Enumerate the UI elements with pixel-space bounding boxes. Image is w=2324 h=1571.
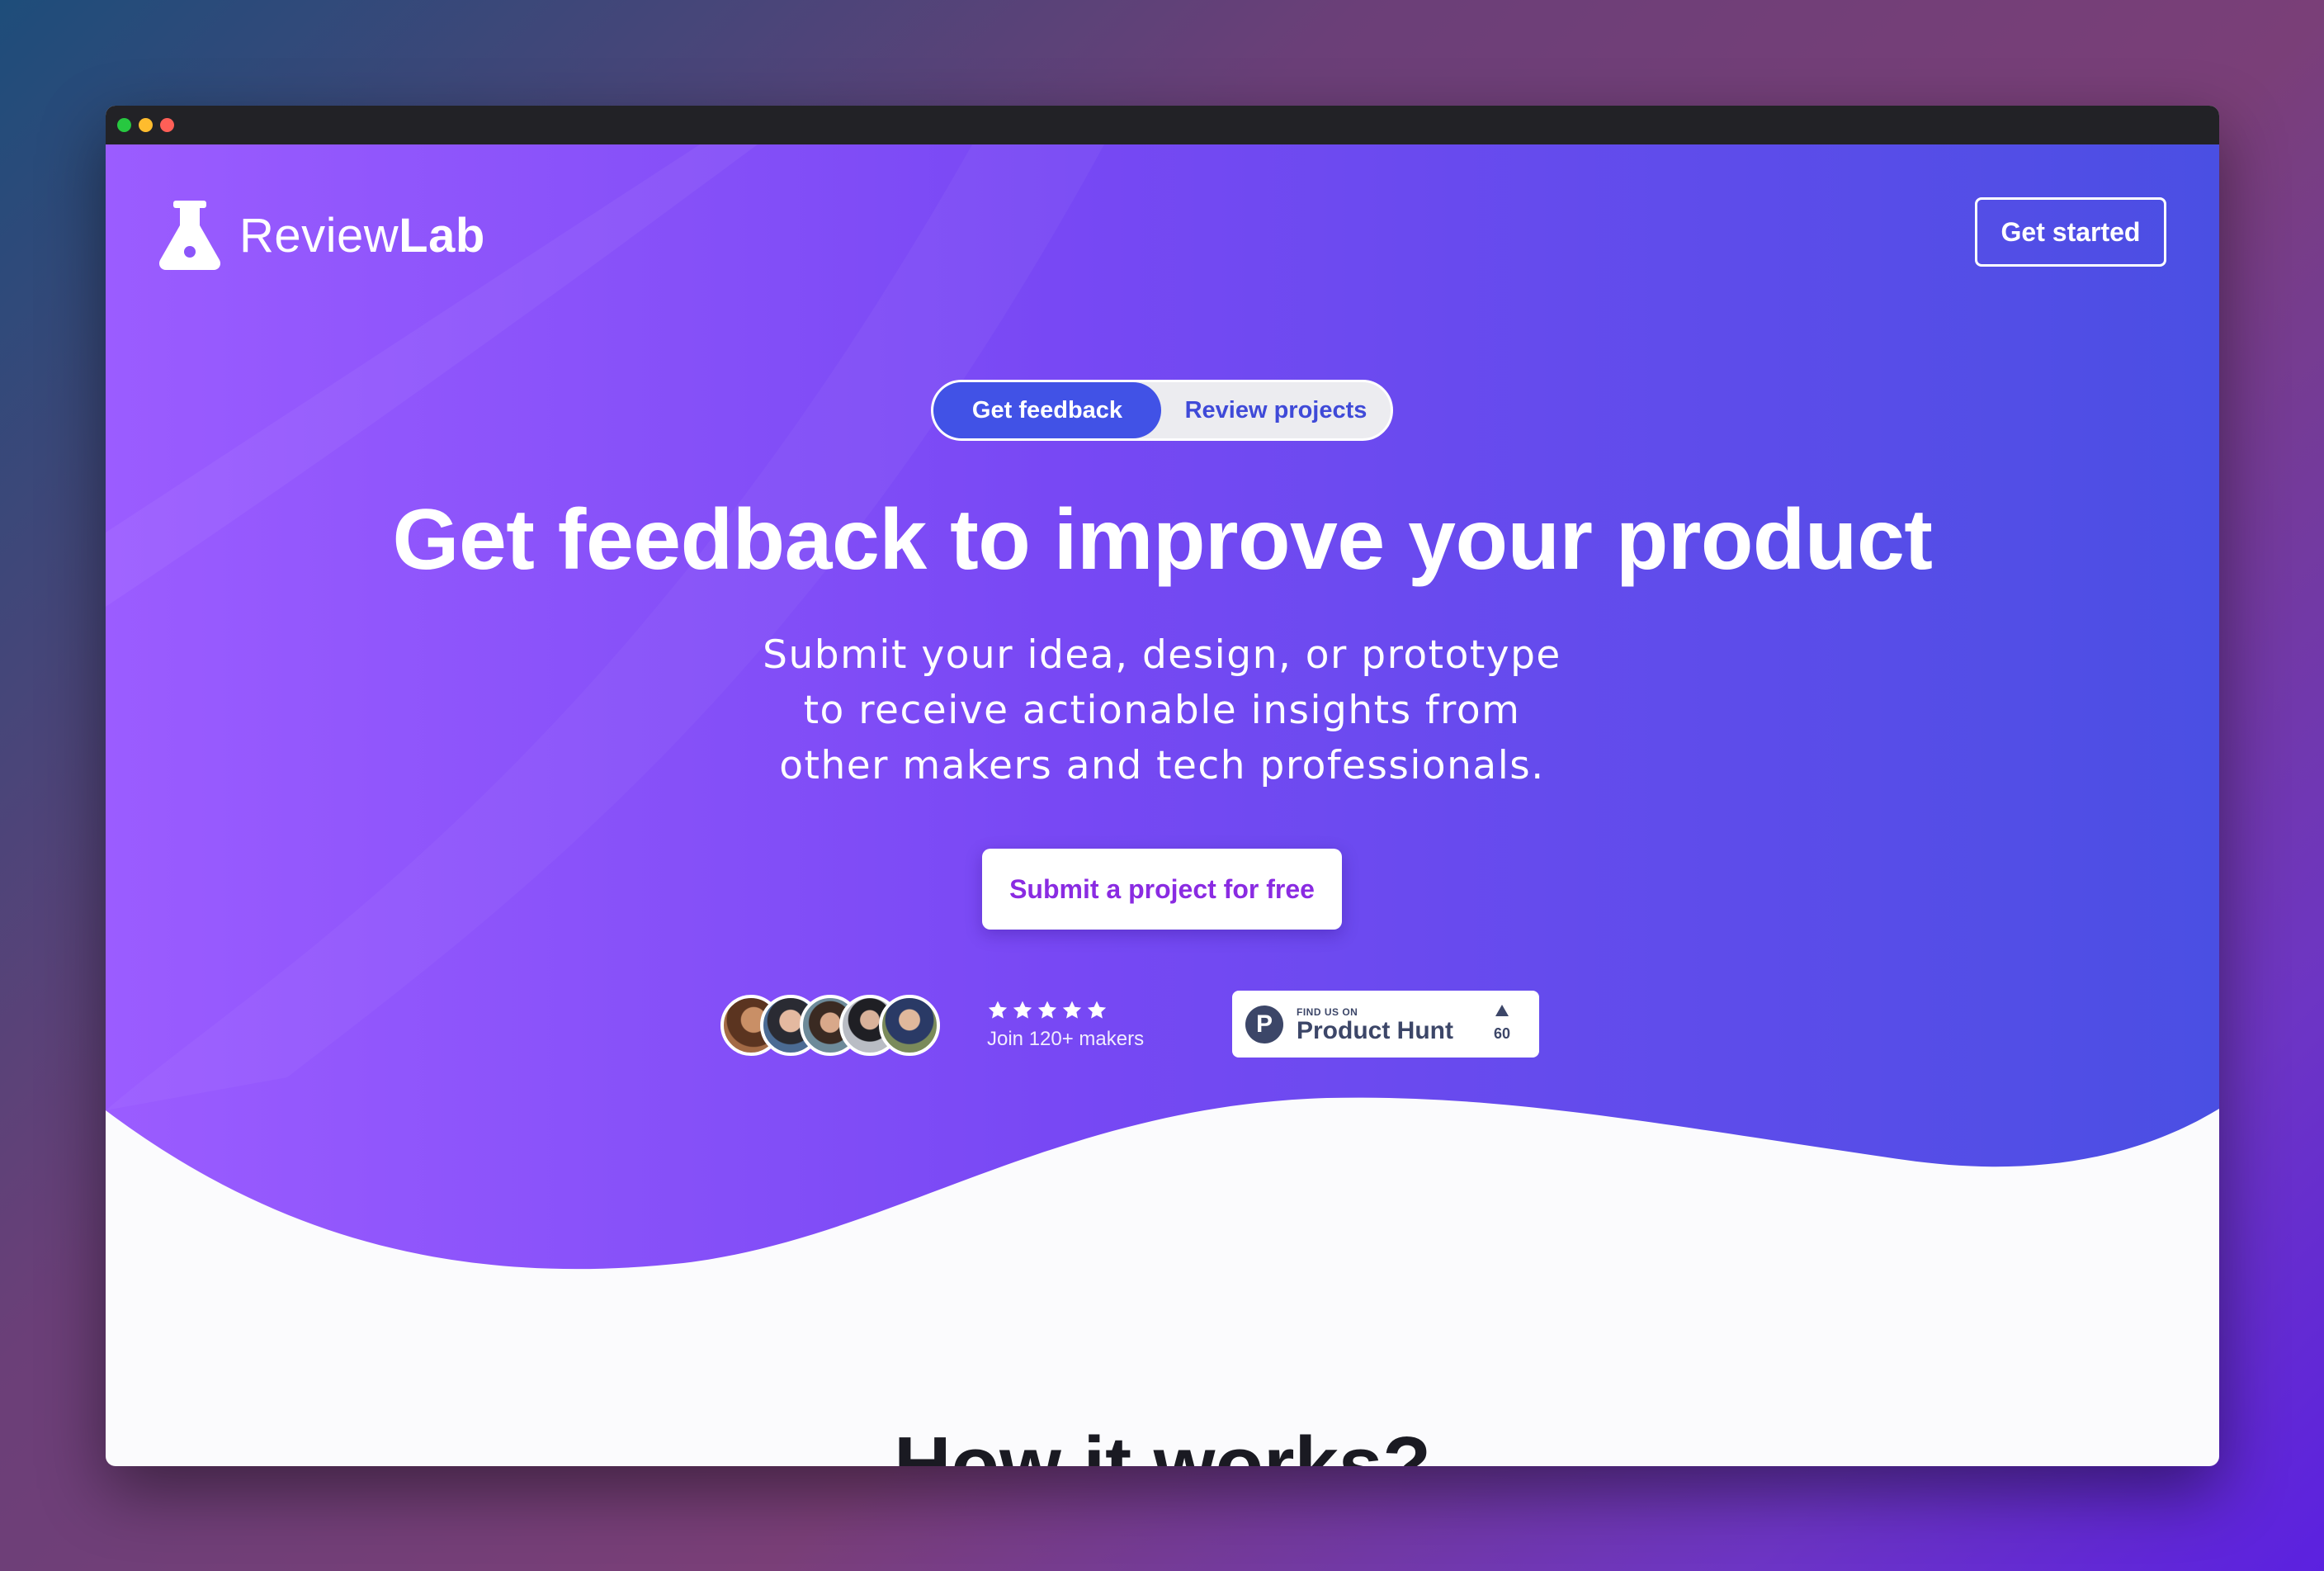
mode-toggle[interactable]: Get feedback Review projects [931, 380, 1393, 441]
brand-name-light: Review [239, 208, 399, 263]
hero-subtext-line: Submit your idea, design, or prototype [763, 632, 1561, 678]
hero-section: ReviewLab Get started Get feedback Revie… [106, 144, 2219, 1466]
avatar [879, 995, 940, 1056]
get-started-button[interactable]: Get started [1975, 197, 2166, 267]
star-icon [1013, 1001, 1032, 1019]
section-title: How it works? [894, 1421, 1431, 1466]
rating-block: Join 120+ makers [987, 1000, 1144, 1051]
window-maximize-dot[interactable] [117, 118, 131, 132]
tab-review-projects[interactable]: Review projects [1161, 397, 1391, 424]
star-icon [1037, 1001, 1057, 1019]
hero-headline: Get feedback to improve your product [392, 492, 1933, 588]
upvote-count: 60 [1493, 1025, 1511, 1042]
product-hunt-icon: P [1245, 1006, 1283, 1043]
tab-get-feedback[interactable]: Get feedback [933, 382, 1161, 438]
star-icon [1087, 1001, 1107, 1019]
flask-icon [158, 201, 221, 270]
submit-project-button[interactable]: Submit a project for free [982, 849, 1342, 930]
browser-window: ReviewLab Get started Get feedback Revie… [106, 106, 2219, 1466]
upvote-triangle-icon [1495, 1005, 1509, 1016]
star-rating [987, 1000, 1144, 1021]
brand-logo[interactable]: ReviewLab [157, 199, 485, 272]
join-makers-text: Join 120+ makers [987, 1028, 1145, 1050]
product-hunt-caption: FIND US ON [1297, 1006, 1358, 1018]
window-minimize-dot[interactable] [139, 118, 153, 132]
hero-background [106, 144, 2219, 1270]
hero-subtext: Submit your idea, design, or prototype t… [749, 627, 1575, 793]
star-icon [988, 1001, 1008, 1019]
window-titlebar [106, 106, 2219, 144]
hero-subtext-line: other makers and tech professionals. [779, 743, 1545, 788]
brand-name-bold: Lab [399, 208, 485, 263]
star-icon [1062, 1001, 1082, 1019]
brand-name: ReviewLab [239, 208, 485, 263]
hero-subtext-line: to receive actionable insights from [803, 688, 1521, 733]
product-hunt-badge[interactable]: P FIND US ON Product Hunt 60 [1232, 991, 1539, 1058]
product-hunt-letter: P [1255, 1010, 1273, 1038]
window-close-dot[interactable] [160, 118, 174, 132]
maker-avatars [720, 995, 952, 1056]
product-hunt-name: Product Hunt [1297, 1017, 1453, 1044]
